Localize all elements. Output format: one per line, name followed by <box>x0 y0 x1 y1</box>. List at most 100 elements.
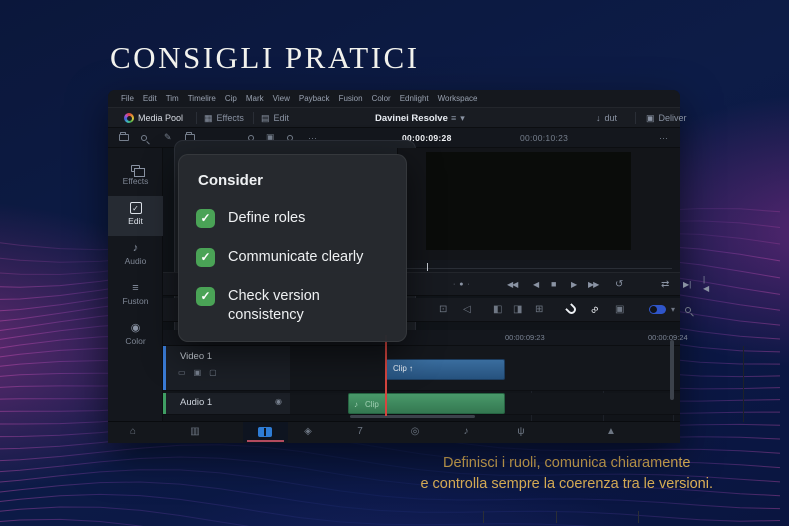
go-to-end-button[interactable]: ▶▶ <box>588 273 599 295</box>
audio-monitor-button[interactable]: ◁ <box>463 298 471 321</box>
loop-button[interactable]: ↺ <box>615 273 623 295</box>
overwrite-clip-button[interactable]: ⊞ <box>535 298 543 321</box>
menu-playback[interactable]: Payback <box>299 94 330 103</box>
link-clips-button[interactable]: ∞ <box>588 298 602 321</box>
sidebar-item-color[interactable]: ◉ Color <box>108 316 163 356</box>
audio-clip[interactable]: Clip ♪ <box>348 393 505 414</box>
page-sidebar: Effects ✓ Edit ♪ Audio ≡ Fuston ◉ Color <box>108 148 163 422</box>
menu-trim[interactable]: Tim <box>166 94 179 103</box>
panel-title: Consider <box>198 172 264 189</box>
menu-timeline[interactable]: Timelire <box>188 94 216 103</box>
edit-index-button[interactable]: ▤ Edit <box>261 108 289 128</box>
skip-start-icon: ◀◀ <box>507 279 518 289</box>
timeline-zoom-button[interactable] <box>685 298 691 321</box>
menu-fusion[interactable]: Fusion <box>339 94 363 103</box>
stop-button[interactable]: ■ <box>551 273 557 295</box>
edit-page-button[interactable] <box>252 422 278 441</box>
deliver-label: Deliver <box>658 113 687 123</box>
timeline-view-button[interactable]: ⊡ <box>439 298 447 321</box>
sidebar-label: Effects <box>122 176 149 186</box>
play-button[interactable]: ▶ <box>571 273 577 295</box>
sidebar-label: Edit <box>128 216 143 226</box>
color-page-icon: ◎ <box>410 426 420 437</box>
vertical-scrollbar[interactable] <box>670 340 674 400</box>
media-page-button[interactable]: ⌂ <box>120 422 146 441</box>
menu-bar: File Edit Tim Timelire Cip Mark View Pay… <box>108 90 680 107</box>
go-to-start-button[interactable]: ◀◀ <box>507 273 518 295</box>
match-frame-button[interactable]: ⇄ <box>661 273 669 295</box>
overwrite-icon: ⊞ <box>535 304 544 315</box>
checklist-item[interactable]: ✓ Communicate clearly <box>196 248 389 267</box>
timeline-tracks: Video 1 ▭▣▢ Audio 1 ◉ Clip ↑ Clip ♪ <box>163 335 744 422</box>
rect-icon: ▭ <box>178 368 194 377</box>
cut-label: dut <box>604 113 618 123</box>
cut-page-button[interactable]: ↓ dut <box>596 108 617 128</box>
scrub-bar[interactable] <box>397 260 680 272</box>
deliver-icon: ▣ <box>646 112 655 123</box>
checkbox-checked[interactable]: ✓ <box>196 209 215 228</box>
viewer-more-button[interactable]: ··· <box>659 128 668 147</box>
cut-page-button[interactable]: ▥ <box>182 422 208 441</box>
checklist-item[interactable]: ✓ Define roles <box>196 209 389 228</box>
monitor-icon: ⊡ <box>439 304 448 315</box>
search-icon <box>685 306 691 313</box>
fairlight-page-button[interactable]: ♪ <box>453 422 479 441</box>
sidebar-item-audio[interactable]: ♪ Audio <box>108 236 163 276</box>
menu-edit[interactable]: Edit <box>143 94 157 103</box>
deliver-page-button[interactable]: ▲ <box>598 422 624 441</box>
menu-clip[interactable]: Cip <box>225 94 237 103</box>
flag-toggle[interactable] <box>649 298 666 321</box>
position-lock-button[interactable]: ▣ <box>615 298 624 321</box>
bin-button[interactable] <box>119 128 129 147</box>
menu-view[interactable]: View <box>273 94 290 103</box>
video-clip[interactable]: Clip ↑ <box>385 359 505 380</box>
scrub-playhead[interactable] <box>427 263 428 271</box>
title-menu-button[interactable]: ≡ ▾ <box>451 108 465 128</box>
burger-icon: ≡ <box>451 113 457 123</box>
track-mute-icon[interactable]: ◉ <box>275 397 282 406</box>
caption-line-1: Definisci i ruoli, comunica chiaramente <box>443 455 691 471</box>
record-controls[interactable]: · ● · <box>453 273 471 295</box>
slide-title: CONSIGLI PRATICI <box>110 40 420 75</box>
audio-track-name: Audio 1 <box>180 397 213 408</box>
audio-clip-label: Clip <box>365 400 379 409</box>
caption-line-2: e controlla sempre la coerenza tra le ve… <box>420 476 713 492</box>
sidebar-item-fusion[interactable]: ≡ Fuston <box>108 276 163 316</box>
step-back-button[interactable]: ◀ <box>533 273 539 295</box>
color-page-button[interactable]: ◎ <box>402 422 428 441</box>
sidebar-item-edit[interactable]: ✓ Edit <box>108 196 163 236</box>
video-track-header[interactable]: Video 1 ▭▣▢ <box>163 346 290 391</box>
folder-icon <box>119 132 129 141</box>
sidebar-item-effects[interactable]: Effects <box>108 156 163 196</box>
menu-file[interactable]: File <box>121 94 134 103</box>
prev-edit-button[interactable]: |◀ <box>703 273 709 295</box>
seven-icon: 7 <box>357 426 363 437</box>
snapping-button[interactable] <box>565 298 578 321</box>
audio-track-header[interactable]: Audio 1 ◉ <box>163 393 290 415</box>
insert-clip-button[interactable]: ◨ <box>513 298 522 321</box>
menu-workspace[interactable]: Workspace <box>438 94 478 103</box>
trim-mode-button[interactable]: ◧ <box>493 298 502 321</box>
flag-dropdown[interactable]: ▾ <box>671 298 675 321</box>
menu-mark[interactable]: Mark <box>246 94 264 103</box>
checklist-item[interactable]: ✓ Check version consistency <box>196 287 389 325</box>
chevron-down-icon: ▾ <box>460 112 465 123</box>
video-track-controls[interactable]: ▭▣▢ <box>178 368 225 377</box>
fairlight2-page-button[interactable]: ψ <box>508 422 534 441</box>
checkbox-checked[interactable]: ✓ <box>196 248 215 267</box>
menu-fairlight[interactable]: Ednlight <box>400 94 429 103</box>
search-button[interactable] <box>141 128 147 147</box>
media-pool-button[interactable]: Media Pool <box>124 108 183 128</box>
next-edit-button[interactable]: ▶| <box>683 273 691 295</box>
menu-color[interactable]: Color <box>372 94 391 103</box>
fusion-page-button[interactable]: ◈ <box>295 422 321 441</box>
checkbox-checked[interactable]: ✓ <box>196 287 215 306</box>
horizontal-scrollbar[interactable] <box>350 415 475 418</box>
annotate-button[interactable]: ✎ <box>164 128 172 147</box>
effects-button[interactable]: ▦ Effects <box>204 108 244 128</box>
deliver-button[interactable]: ▣ Deliver <box>646 108 687 128</box>
playhead[interactable] <box>385 335 387 416</box>
effects-icon: ▦ <box>204 112 213 123</box>
seven-page-button[interactable]: 7 <box>347 422 373 441</box>
search-icon <box>141 134 147 141</box>
